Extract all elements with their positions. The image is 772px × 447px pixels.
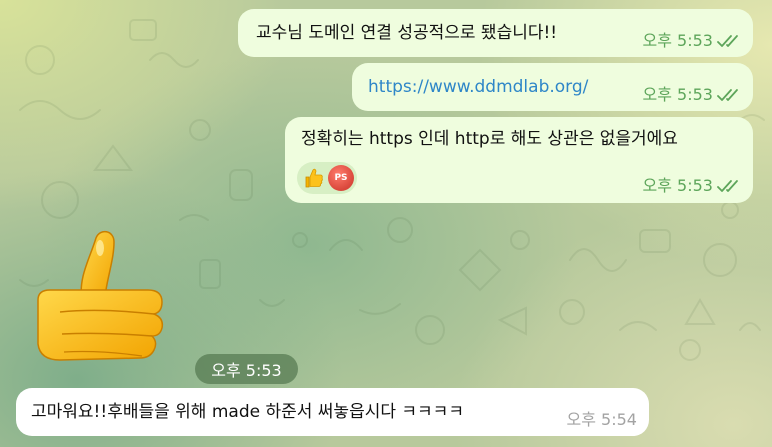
message-text: 교수님 도메인 연결 성공적으로 됐습니다!! (256, 23, 558, 43)
message-meta: 오후 5:53 (643, 84, 743, 106)
message-link[interactable]: https://www.ddmdlab.org/ (368, 76, 588, 98)
message-reaction[interactable]: PS (297, 162, 357, 194)
message-bubble-outgoing[interactable]: 정확히는 https 인데 http로 해도 상관은 없을거에요 PS 오후 5… (285, 117, 753, 203)
message-text: 고마워요!!후배들을 위해 made 하준서 써놓읍시다 ㅋㅋㅋㅋ (31, 402, 464, 422)
thumbs-up-icon (305, 168, 323, 188)
message-bubble-outgoing[interactable]: 교수님 도메인 연결 성공적으로 됐습니다!! 오후 5:53 (238, 9, 753, 57)
double-check-icon (717, 180, 738, 192)
double-check-icon (717, 89, 738, 101)
sticker-time-badge: 오후 5:53 (195, 354, 298, 384)
message-time: 오후 5:54 (566, 410, 637, 429)
message-bubble-outgoing[interactable]: https://www.ddmdlab.org/ 오후 5:53 (352, 63, 753, 111)
message-meta: 오후 5:53 (643, 175, 743, 197)
message-time: 오후 5:53 (642, 176, 713, 195)
message-time: 오후 5:53 (642, 31, 713, 50)
message-meta: 오후 5:54 (567, 409, 637, 431)
reactor-avatar: PS (328, 165, 354, 191)
message-bubble-incoming[interactable]: 고마워요!!후배들을 위해 made 하준서 써놓읍시다 ㅋㅋㅋㅋ 오후 5:5… (16, 388, 649, 436)
thumbs-up-sticker[interactable] (30, 228, 170, 368)
message-time: 오후 5:53 (642, 85, 713, 104)
message-meta: 오후 5:53 (643, 30, 743, 52)
message-text: 정확히는 https 인데 http로 해도 상관은 없을거에요 (301, 129, 678, 149)
double-check-icon (717, 35, 738, 47)
